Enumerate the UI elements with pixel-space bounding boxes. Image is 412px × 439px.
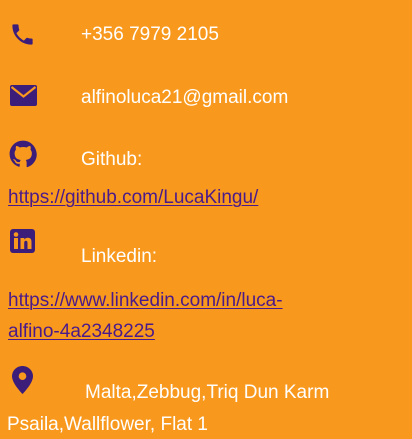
linkedin-url-link-line2[interactable]: alfino-4a2348225 — [8, 319, 155, 345]
github-url-link[interactable]: https://github.com/LucaKingu/ — [8, 185, 258, 211]
linkedin-icon — [10, 229, 35, 253]
linkedin-row: Linkedin: https://www.linkedin.com/in/lu… — [0, 227, 412, 347]
address-line-1: Malta,Zebbug,Triq Dun Karm — [85, 382, 330, 403]
address-row: Malta,Zebbug,Triq Dun Karm Psaila,Wallfl… — [0, 364, 412, 439]
address-line-2: Psaila,Wallflower, Flat 1 — [7, 414, 208, 435]
email-link[interactable]: alfinoluca21@gmail.com — [81, 85, 288, 111]
contact-list: +356 7979 2105 alfinoluca21@gmail.com Gi… — [0, 0, 412, 439]
phone-icon — [9, 21, 36, 48]
github-icon — [9, 140, 37, 168]
linkedin-url-link-line1[interactable]: https://www.linkedin.com/in/luca- — [8, 288, 283, 314]
map-pin-icon — [12, 366, 33, 394]
phone-number-link[interactable]: +356 7979 2105 — [81, 22, 219, 48]
github-row: Github: https://github.com/LucaKingu/ — [0, 140, 412, 212]
envelope-icon — [10, 85, 37, 106]
email-row: alfinoluca21@gmail.com — [0, 76, 412, 121]
github-label: Github: — [81, 149, 143, 170]
linkedin-label: Linkedin: — [81, 246, 158, 267]
phone-row: +356 7979 2105 — [0, 0, 412, 60]
